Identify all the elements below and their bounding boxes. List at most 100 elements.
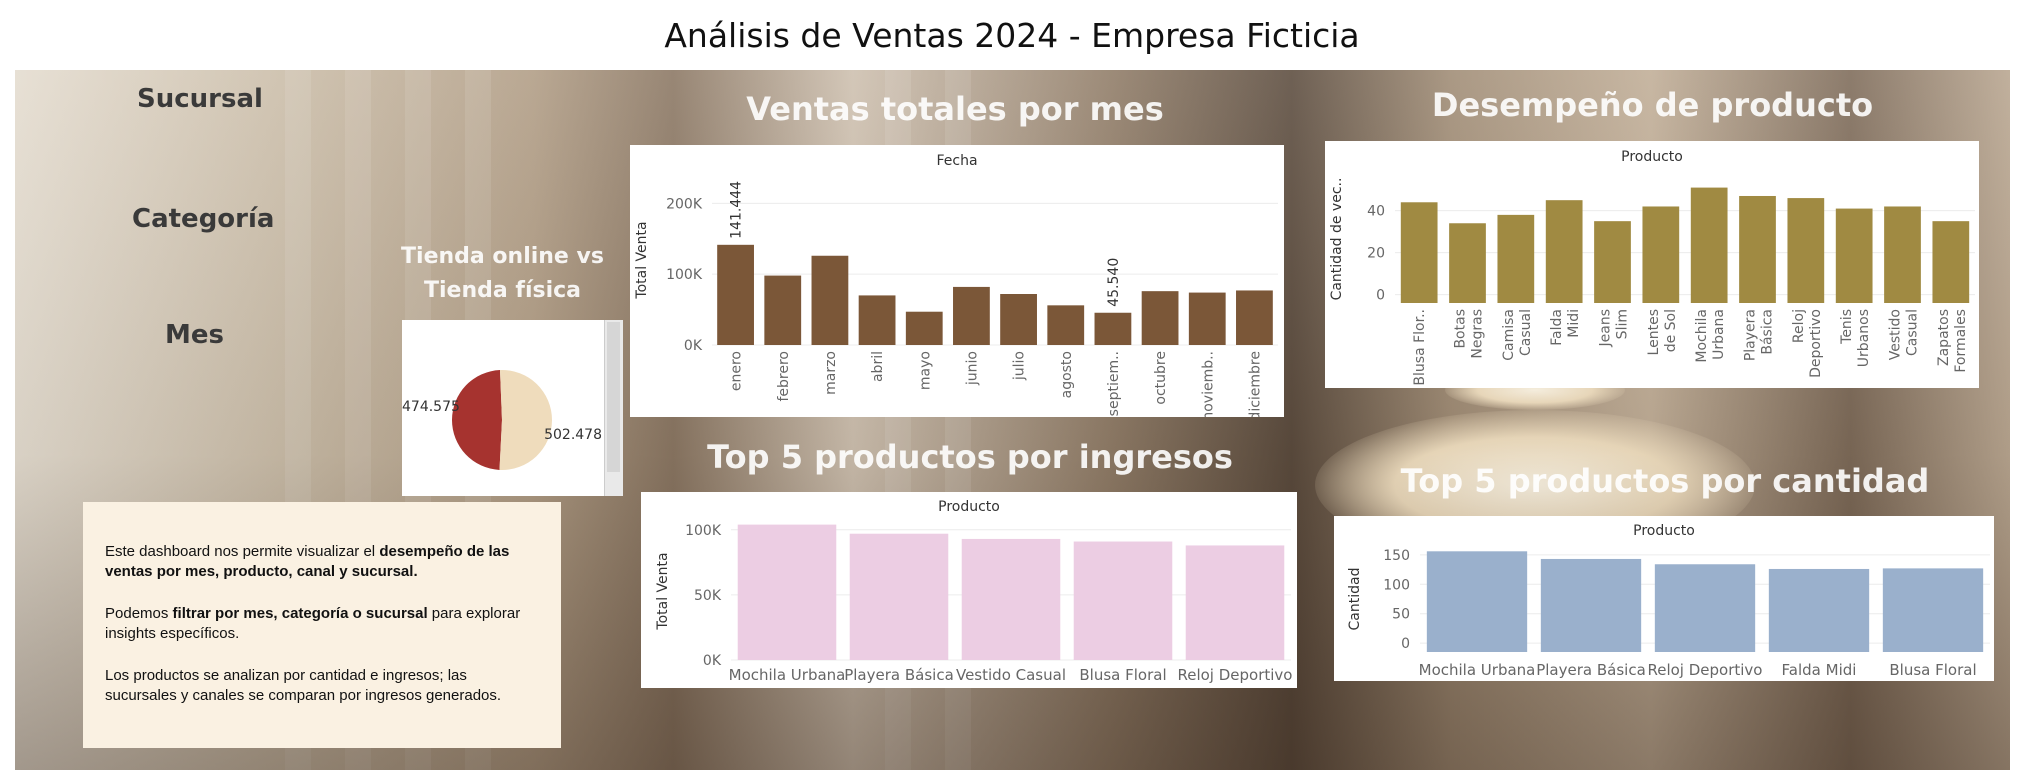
- description-box: Este dashboard nos permite visualizar el…: [83, 502, 561, 748]
- x-tick-label: Casual: [1518, 309, 1534, 356]
- panel-top-cantidad: Producto Cantidad 0 50 100 150 Mochila Urbana P…: [1334, 516, 1994, 681]
- x-tick-label: Falda: [1549, 309, 1565, 346]
- chart-header: Fecha: [936, 153, 977, 169]
- x-tick-label: Formales: [1953, 309, 1969, 373]
- bar[interactable]: [1141, 291, 1179, 345]
- bar[interactable]: [1932, 221, 1970, 303]
- x-tick-label: Slim: [1615, 309, 1631, 339]
- bar[interactable]: [1073, 541, 1173, 660]
- y-tick-label: 150: [1383, 548, 1410, 564]
- x-tick-label: Jeans: [1598, 309, 1614, 348]
- x-tick-label: Reloj Deportivo: [1177, 666, 1292, 684]
- heading-top-cantidad: Top 5 productos por cantidad: [1400, 462, 1930, 500]
- bar-chart-top-cantidad: Producto Cantidad 0 50 100 150 Mochila Urbana P…: [1347, 523, 1990, 679]
- bar-chart-top-ingresos: Producto Total Venta 0K 50K 100K Mochila Urba…: [655, 499, 1293, 684]
- bar[interactable]: [1047, 305, 1085, 345]
- pie-slice[interactable]: [499, 370, 552, 470]
- x-tick-label: de Sol: [1663, 309, 1679, 352]
- bar[interactable]: [1188, 292, 1226, 345]
- heading-ventas-mes: Ventas totales por mes: [746, 90, 1164, 128]
- heading-top-ingresos: Top 5 productos por ingresos: [707, 438, 1233, 476]
- chart-header: Producto: [938, 499, 1000, 515]
- y-axis-label: Cantidad: [1347, 568, 1363, 631]
- bar[interactable]: [953, 286, 990, 345]
- page-title: Análisis de Ventas 2024 - Empresa Fictic…: [664, 16, 1360, 55]
- x-tick-label: Zapatos: [1936, 309, 1952, 366]
- x-tick-label: Reloj Deportivo: [1647, 661, 1762, 679]
- bar[interactable]: [1690, 187, 1728, 303]
- x-tick-label: Playera Básica: [844, 666, 954, 684]
- bar[interactable]: [764, 275, 802, 345]
- bar[interactable]: [1594, 221, 1631, 303]
- chart-header: Producto: [1633, 523, 1695, 539]
- x-tick-label: Mochila Urbana: [1419, 661, 1536, 679]
- bar[interactable]: [905, 311, 943, 345]
- x-tick-label: Básica: [1760, 309, 1776, 355]
- bar[interactable]: [1000, 294, 1037, 345]
- x-tick-label: septiem..: [1106, 351, 1122, 416]
- bar[interactable]: [811, 255, 849, 345]
- description-paragraph-2: Podemos filtrar por mes, categoría o suc…: [105, 605, 521, 642]
- pie-panel: 474.575 502.478: [402, 320, 604, 496]
- bar[interactable]: [1540, 558, 1642, 652]
- x-tick-label: Blusa Flor..: [1412, 309, 1428, 386]
- bar[interactable]: [1236, 290, 1273, 345]
- x-tick-label: Mochila Urbana: [729, 666, 846, 684]
- x-tick-label: Vestido: [1888, 309, 1904, 360]
- x-tick-label: Tenis: [1839, 309, 1855, 345]
- bar[interactable]: [1400, 202, 1438, 303]
- y-axis-label: Total Venta: [634, 221, 650, 299]
- bar[interactable]: [1884, 206, 1921, 303]
- data-label: 141.444: [729, 181, 745, 239]
- panel-ventas-mes: Fecha Total Venta 0K 100K 200K enero febrero ma…: [630, 145, 1284, 417]
- bar[interactable]: [1835, 208, 1873, 303]
- y-tick-label: 0: [1401, 636, 1410, 652]
- y-tick-label: 0K: [703, 653, 722, 669]
- y-tick-label: 40: [1367, 204, 1385, 220]
- x-tick-label: Midi: [1566, 309, 1582, 338]
- pie-scrollbar[interactable]: [604, 320, 623, 496]
- bar[interactable]: [849, 533, 949, 660]
- bar[interactable]: [961, 538, 1061, 660]
- y-tick-label: 50: [1392, 607, 1410, 623]
- filter-sucursal[interactable]: Sucursal: [137, 84, 263, 114]
- bar[interactable]: [1094, 312, 1132, 345]
- bar[interactable]: [1449, 223, 1486, 303]
- bar[interactable]: [1426, 551, 1528, 652]
- bar[interactable]: [1545, 200, 1583, 303]
- x-tick-label: julio: [1012, 351, 1028, 381]
- x-tick-label: mayo: [917, 351, 933, 390]
- pie-label: 474.575: [402, 399, 460, 415]
- bar[interactable]: [1768, 568, 1870, 652]
- bar[interactable]: [1642, 206, 1680, 303]
- bar[interactable]: [858, 295, 896, 345]
- y-axis-label: Total Venta: [655, 552, 671, 630]
- x-tick-label: junio: [964, 351, 980, 386]
- bar[interactable]: [1654, 564, 1756, 652]
- x-tick-label: Falda Midi: [1782, 661, 1857, 679]
- pie-slice[interactable]: [451, 370, 502, 470]
- chart-header: Producto: [1621, 149, 1683, 165]
- panel-desempeno: Producto Cantidad de vec.. 0 20 40 Blusa Flor…: [1325, 141, 1979, 388]
- filter-categoria[interactable]: Categoría: [132, 204, 274, 234]
- bar[interactable]: [1739, 195, 1776, 303]
- x-tick-label: Blusa Floral: [1079, 666, 1166, 684]
- bar[interactable]: [1497, 214, 1535, 303]
- bar[interactable]: [1787, 198, 1825, 303]
- x-tick-label: Playera: [1743, 309, 1759, 361]
- y-tick-label: 100K: [666, 267, 703, 283]
- y-tick-label: 20: [1367, 246, 1385, 262]
- filter-mes[interactable]: Mes: [165, 320, 224, 350]
- x-tick-label: marzo: [823, 351, 839, 395]
- x-tick-label: Camisa: [1501, 309, 1517, 361]
- pie-scrollbar-thumb[interactable]: [607, 322, 620, 472]
- data-label: 45.540: [1106, 258, 1122, 307]
- bar[interactable]: [737, 524, 837, 660]
- x-tick-label: Vestido Casual: [956, 666, 1066, 684]
- bar[interactable]: [1882, 568, 1984, 652]
- bar-chart-desempeno: Producto Cantidad de vec.. 0 20 40 Blusa Flor…: [1329, 149, 1975, 386]
- heading-desempeno: Desempeño de producto: [1431, 86, 1874, 124]
- y-axis-label: Cantidad de vec..: [1329, 178, 1345, 301]
- bar[interactable]: [717, 244, 754, 345]
- bar[interactable]: [1185, 545, 1285, 660]
